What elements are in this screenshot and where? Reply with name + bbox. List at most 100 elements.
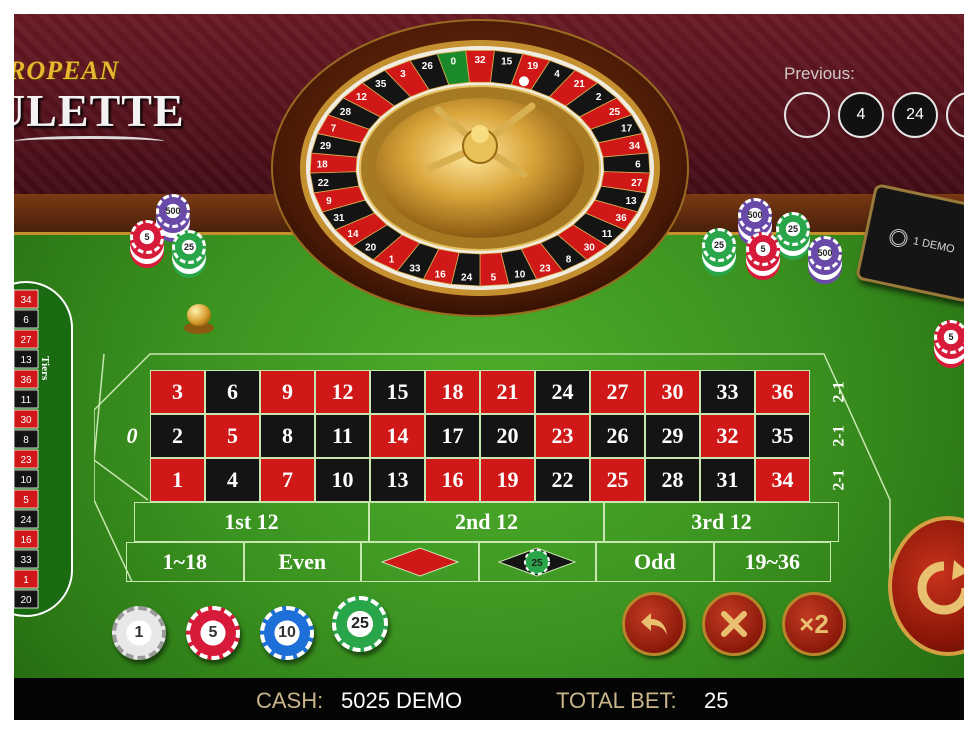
bet-number[interactable]: 10 bbox=[315, 458, 370, 502]
racetrack-number: 36 bbox=[20, 375, 32, 386]
bet-number[interactable]: 16 bbox=[425, 458, 480, 502]
racetrack-number: 16 bbox=[20, 535, 32, 546]
racetrack-number: 20 bbox=[20, 595, 32, 606]
bet-column[interactable]: 2-1 bbox=[814, 370, 866, 414]
betting-table: 0 3 6 9 12 15 18 21 24 27 30 33 36 2 5 8 11 14 17 20 23 26 29… bbox=[94, 350, 894, 582]
bet-even-money[interactable]: 1~18 bbox=[126, 542, 244, 582]
bet-column[interactable]: 2-1 bbox=[814, 414, 866, 458]
wheel-pocket-number: 35 bbox=[375, 79, 387, 90]
wheel-pocket-number: 20 bbox=[365, 243, 377, 254]
bet-number[interactable]: 6 bbox=[205, 370, 260, 414]
bet-number[interactable]: 21 bbox=[480, 370, 535, 414]
bet-number[interactable]: 12 bbox=[315, 370, 370, 414]
bet-even-money[interactable]: 19~36 bbox=[713, 542, 831, 582]
bet-number[interactable]: 9 bbox=[260, 370, 315, 414]
wheel-pocket-number: 17 bbox=[621, 123, 633, 134]
bet-even-money[interactable]: Odd bbox=[596, 542, 714, 582]
status-bar: CASH: 5025 DEMO TOTAL BET: 25 bbox=[14, 678, 964, 720]
bet-number[interactable]: 2 bbox=[150, 414, 205, 458]
decor-chip: 500 bbox=[808, 236, 842, 270]
total-bet-value: 25 bbox=[704, 688, 729, 713]
bet-number[interactable]: 17 bbox=[425, 414, 480, 458]
wheel-pocket-number: 25 bbox=[609, 107, 621, 118]
bet-number[interactable]: 20 bbox=[480, 414, 535, 458]
bet-number[interactable]: 27 bbox=[590, 370, 645, 414]
previous-result-3: 24 bbox=[892, 92, 938, 138]
dolly-marker bbox=[184, 304, 214, 338]
bet-number[interactable]: 23 bbox=[535, 414, 590, 458]
decor-chip: 5 bbox=[934, 320, 964, 354]
bet-number[interactable]: 22 bbox=[535, 458, 590, 502]
bet-black[interactable]: 25 bbox=[478, 542, 596, 582]
bet-number[interactable]: 19 bbox=[480, 458, 535, 502]
bet-number[interactable]: 28 bbox=[645, 458, 700, 502]
game-logo: ROPEAN ULETTE bbox=[14, 54, 194, 154]
bet-number[interactable]: 35 bbox=[755, 414, 810, 458]
wheel-pocket-number: 29 bbox=[320, 141, 332, 152]
bet-even-money[interactable]: Even bbox=[243, 542, 361, 582]
chip-25[interactable]: 25 bbox=[332, 596, 388, 652]
wheel-pocket-number: 2 bbox=[596, 92, 602, 103]
wheel-pocket-number: 14 bbox=[347, 229, 359, 240]
decor-chip: 5 bbox=[130, 220, 164, 254]
bet-number[interactable]: 11 bbox=[315, 414, 370, 458]
bet-number[interactable]: 32 bbox=[700, 414, 755, 458]
wheel-pocket-number: 10 bbox=[514, 269, 526, 280]
bet-number[interactable]: 4 bbox=[205, 458, 260, 502]
wheel-pocket-number: 34 bbox=[629, 141, 641, 152]
bet-number[interactable]: 14 bbox=[370, 414, 425, 458]
racetrack-bet-area[interactable]: 34 6 27 13 36 11 30 8 23 10 5 24 16 33 1 20 Tiers bbox=[14, 278, 78, 618]
wheel-pocket-number: 6 bbox=[635, 159, 641, 170]
wheel-pocket-number: 26 bbox=[422, 61, 434, 72]
bet-number[interactable]: 18 bbox=[425, 370, 480, 414]
bet-number[interactable]: 29 bbox=[645, 414, 700, 458]
bet-number[interactable]: 3 bbox=[150, 370, 205, 414]
decor-chip: 500 bbox=[738, 198, 772, 232]
spin-refresh-icon bbox=[917, 560, 964, 615]
bet-dozen[interactable]: 1st 12 bbox=[134, 502, 369, 542]
wheel-pocket-number: 36 bbox=[616, 213, 628, 224]
chip-10[interactable]: 10 bbox=[260, 606, 314, 660]
wheel-pocket-number: 11 bbox=[602, 229, 613, 240]
bet-column[interactable]: 2-1 bbox=[814, 458, 866, 502]
bet-number[interactable]: 7 bbox=[260, 458, 315, 502]
bet-number[interactable]: 15 bbox=[370, 370, 425, 414]
bet-number[interactable]: 26 bbox=[590, 414, 645, 458]
cash-value: 5025 DEMO bbox=[341, 688, 463, 713]
roulette-ball bbox=[518, 76, 529, 87]
bet-number[interactable]: 24 bbox=[535, 370, 590, 414]
bet-number[interactable]: 5 bbox=[205, 414, 260, 458]
double-bet-button[interactable]: ×2 bbox=[782, 592, 846, 656]
logo-swoosh bbox=[14, 136, 164, 147]
double-bet-label: ×2 bbox=[799, 608, 829, 639]
wheel-pocket-number: 31 bbox=[333, 213, 345, 224]
bet-dozen[interactable]: 3rd 12 bbox=[604, 502, 839, 542]
undo-button[interactable] bbox=[622, 592, 686, 656]
undo-arrow-icon bbox=[641, 613, 667, 635]
wheel-pocket-number: 7 bbox=[331, 123, 337, 134]
bet-red[interactable] bbox=[361, 542, 479, 582]
racetrack-number: 23 bbox=[20, 455, 32, 466]
black-diamond-icon: 25 bbox=[497, 547, 577, 577]
wheel-pocket-number: 28 bbox=[340, 107, 352, 118]
x-icon bbox=[721, 611, 747, 637]
bet-number[interactable]: 33 bbox=[700, 370, 755, 414]
clear-bets-button[interactable] bbox=[702, 592, 766, 656]
bet-number[interactable]: 34 bbox=[755, 458, 810, 502]
logo-line-1: ROPEAN bbox=[14, 56, 120, 85]
wheel-pocket-number: 15 bbox=[501, 57, 513, 68]
bet-number[interactable]: 31 bbox=[700, 458, 755, 502]
bet-number[interactable]: 36 bbox=[755, 370, 810, 414]
racetrack-number: 13 bbox=[20, 355, 32, 366]
bet-number[interactable]: 1 bbox=[150, 458, 205, 502]
bet-number[interactable]: 25 bbox=[590, 458, 645, 502]
bet-number[interactable]: 30 bbox=[645, 370, 700, 414]
racetrack-number: 5 bbox=[23, 495, 29, 506]
chip-5[interactable]: 5 bbox=[186, 606, 240, 660]
chip-1[interactable]: 1 bbox=[112, 606, 166, 660]
racetrack-number: 11 bbox=[21, 395, 32, 406]
spin-button[interactable] bbox=[888, 516, 964, 656]
bet-number[interactable]: 13 bbox=[370, 458, 425, 502]
bet-number[interactable]: 8 bbox=[260, 414, 315, 458]
bet-dozen[interactable]: 2nd 12 bbox=[369, 502, 604, 542]
